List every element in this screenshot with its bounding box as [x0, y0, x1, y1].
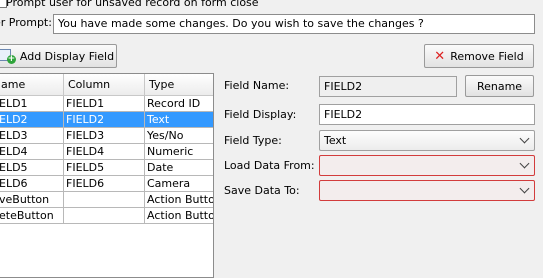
cell-name: veButton: [0, 191, 64, 208]
fields-table: ame Column Type ELD1 FIELD1 Record ID EL…: [0, 73, 214, 278]
field-type-label: Field Type:: [224, 134, 282, 147]
field-type-select[interactable]: Text: [319, 130, 535, 151]
field-display-label: Field Display:: [224, 108, 297, 121]
table-row[interactable]: ELD3 FIELD3 Yes/No: [0, 127, 213, 144]
cell-name: ELD4: [0, 143, 64, 160]
cell-column: FIELD1: [63, 95, 145, 112]
prompt-user-label: Prompt user for unsaved record on form c…: [6, 0, 259, 9]
cell-column: [63, 191, 145, 208]
cell-name: ELD3: [0, 127, 64, 144]
chevron-down-icon: [519, 133, 530, 144]
cell-type: Record ID: [144, 95, 213, 112]
table-row[interactable]: ELD6 FIELD6 Camera: [0, 175, 213, 192]
add-display-field-button[interactable]: + Add Display Field: [0, 44, 117, 68]
cell-name: ELD5: [0, 159, 64, 176]
table-row[interactable]: ELD5 FIELD5 Date: [0, 159, 213, 176]
cell-type: Date: [144, 159, 213, 176]
user-prompt-label: er Prompt:: [0, 16, 52, 29]
cell-type: Action Button: [144, 191, 213, 208]
cell-type: Action Button: [144, 207, 213, 224]
table-row-selected[interactable]: ELD2 FIELD2 Text: [0, 111, 213, 128]
chevron-down-icon: [519, 183, 530, 194]
add-display-field-label: Add Display Field: [19, 49, 115, 63]
cell-name: ELD6: [0, 175, 64, 192]
cell-column: [63, 207, 145, 224]
column-header-type[interactable]: Type: [144, 74, 213, 96]
table-header-row: ame Column Type: [0, 74, 213, 96]
load-data-from-label: Load Data From:: [224, 159, 315, 172]
save-data-to-select[interactable]: [319, 180, 535, 201]
table-row[interactable]: eteButton Action Button: [0, 207, 213, 224]
cell-name: eteButton: [0, 207, 64, 224]
table-row[interactable]: veButton Action Button: [0, 191, 213, 208]
remove-x-icon: ✕: [434, 48, 446, 64]
cell-type: Camera: [144, 175, 213, 192]
save-data-to-label: Save Data To:: [224, 184, 300, 197]
cell-type: Text: [144, 111, 213, 128]
cell-column: FIELD5: [63, 159, 145, 176]
cell-type: Yes/No: [144, 127, 213, 144]
cell-type: Numeric: [144, 143, 213, 160]
cell-column: FIELD6: [63, 175, 145, 192]
user-prompt-input[interactable]: You have made some changes. Do you wish …: [53, 14, 535, 34]
table-row[interactable]: ELD4 FIELD4 Numeric: [0, 143, 213, 160]
cell-column: FIELD4: [63, 143, 145, 160]
cell-column: FIELD3: [63, 127, 145, 144]
field-display-input[interactable]: FIELD2: [319, 104, 535, 125]
load-data-from-select[interactable]: [319, 155, 535, 176]
field-name-label: Field Name:: [224, 79, 290, 92]
column-header-name[interactable]: ame: [0, 74, 64, 96]
rename-button[interactable]: Rename: [465, 75, 534, 97]
column-header-column[interactable]: Column: [63, 74, 145, 96]
chevron-down-icon: [519, 158, 530, 169]
add-field-icon: +: [0, 49, 16, 64]
table-row[interactable]: ELD1 FIELD1 Record ID: [0, 95, 213, 112]
field-type-value: Text: [324, 134, 347, 147]
cell-name: ELD1: [0, 95, 64, 112]
cell-name: ELD2: [0, 111, 64, 128]
cell-column: FIELD2: [63, 111, 145, 128]
remove-field-button[interactable]: ✕ Remove Field: [424, 44, 534, 68]
remove-field-label: Remove Field: [450, 49, 524, 63]
field-name-input[interactable]: FIELD2: [319, 76, 457, 97]
